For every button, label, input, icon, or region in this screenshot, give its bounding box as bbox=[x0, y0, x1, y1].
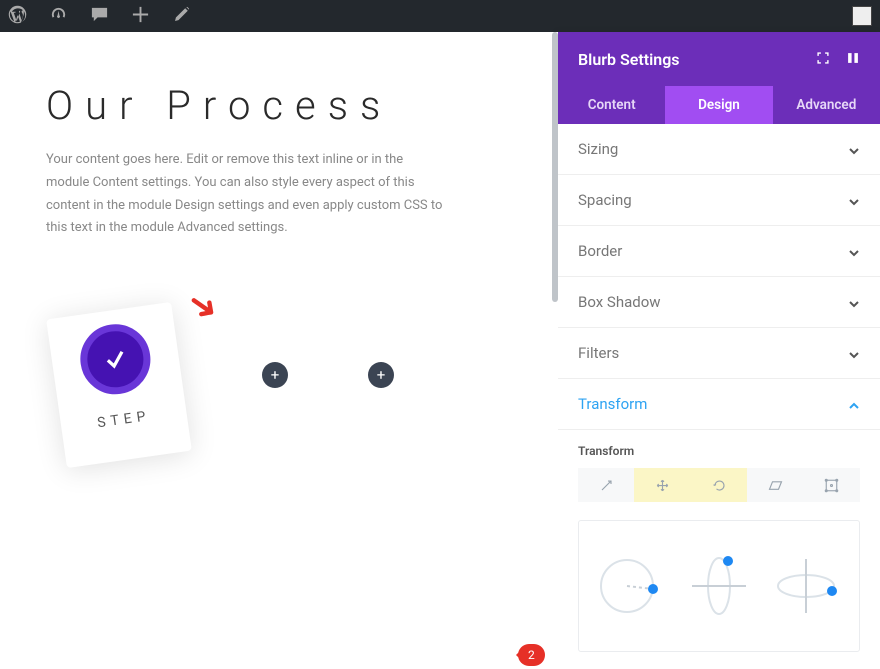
pencil-icon[interactable] bbox=[172, 5, 191, 28]
dashboard-icon[interactable] bbox=[49, 5, 68, 28]
rotate-y-control[interactable] bbox=[682, 551, 756, 621]
chevron-up-icon bbox=[848, 398, 860, 410]
blurb-card[interactable]: STEP bbox=[46, 302, 192, 468]
page-body[interactable]: Your content goes here. Edit or remove t… bbox=[46, 149, 446, 240]
chevron-down-icon bbox=[848, 194, 860, 206]
chevron-down-icon bbox=[848, 296, 860, 308]
comment-icon[interactable] bbox=[90, 5, 109, 28]
transform-skew-tab[interactable] bbox=[747, 468, 803, 502]
snap-icon[interactable] bbox=[816, 50, 830, 69]
transform-scale-tab[interactable] bbox=[578, 468, 634, 502]
chevron-down-icon bbox=[848, 347, 860, 359]
transform-label: Transform bbox=[578, 444, 860, 458]
chevron-down-icon bbox=[848, 143, 860, 155]
add-module-button[interactable]: + bbox=[368, 362, 394, 388]
check-circle-icon bbox=[76, 320, 155, 399]
transform-content: Transform bbox=[558, 430, 880, 669]
transform-type-tabs bbox=[578, 468, 860, 502]
section-filters[interactable]: Filters bbox=[558, 328, 880, 379]
transform-translate-tab[interactable] bbox=[634, 468, 690, 502]
section-border[interactable]: Border bbox=[558, 226, 880, 277]
page-heading[interactable]: Our Process bbox=[46, 82, 512, 129]
section-spacing[interactable]: Spacing bbox=[558, 175, 880, 226]
rotate-x-control[interactable] bbox=[769, 551, 843, 621]
rotate-z-control[interactable] bbox=[595, 551, 669, 621]
tab-design[interactable]: Design bbox=[665, 86, 772, 124]
plus-icon[interactable] bbox=[131, 5, 150, 28]
panel-title: Blurb Settings bbox=[578, 50, 680, 69]
transform-origin-tab[interactable] bbox=[804, 468, 860, 502]
scrollbar[interactable] bbox=[552, 32, 558, 302]
settings-panel: Blurb Settings Content Design Advanced S… bbox=[558, 32, 880, 669]
wp-logo-icon[interactable] bbox=[8, 5, 27, 28]
wp-admin-bar bbox=[0, 0, 880, 32]
avatar[interactable] bbox=[852, 6, 872, 26]
section-box-shadow[interactable]: Box Shadow bbox=[558, 277, 880, 328]
card-label: STEP bbox=[60, 403, 187, 436]
preview-pane: Our Process Your content goes here. Edit… bbox=[0, 32, 558, 669]
section-transform[interactable]: Transform bbox=[558, 379, 880, 430]
transform-rotate-tab[interactable] bbox=[691, 468, 747, 502]
section-sizing[interactable]: Sizing bbox=[558, 124, 880, 175]
add-module-button[interactable]: + bbox=[262, 362, 288, 388]
annotation-pin-2: 2 bbox=[518, 644, 545, 666]
expand-icon[interactable] bbox=[846, 50, 860, 69]
tab-content[interactable]: Content bbox=[558, 86, 665, 124]
chevron-down-icon bbox=[848, 245, 860, 257]
tab-advanced[interactable]: Advanced bbox=[773, 86, 880, 124]
